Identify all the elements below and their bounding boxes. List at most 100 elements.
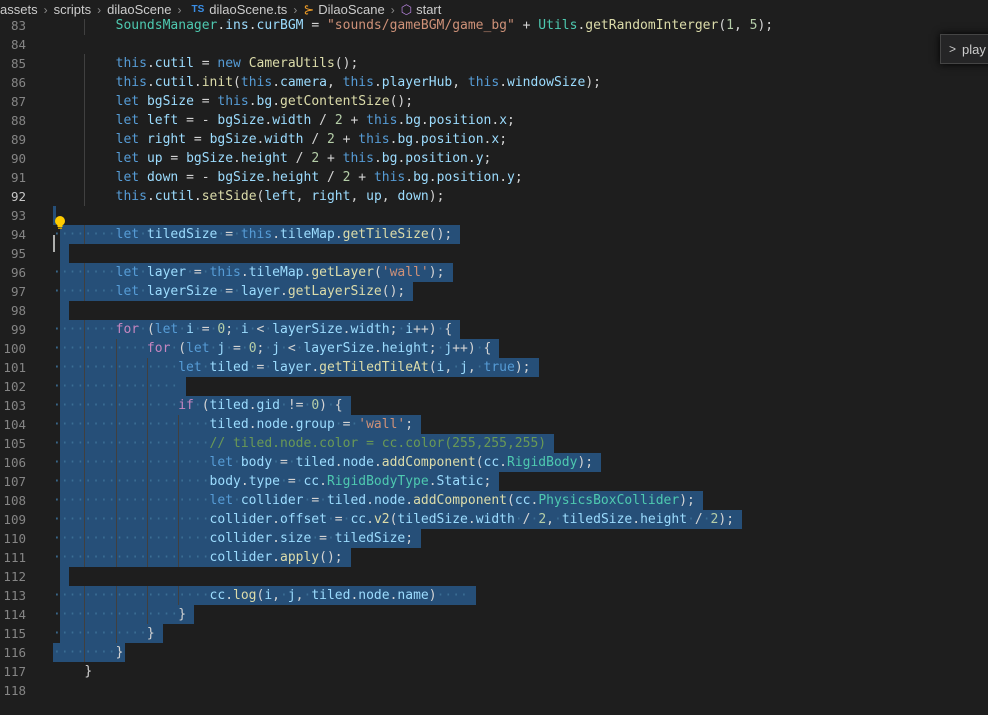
breadcrumb: assets › scripts › dilaoScene › TS dilaoScene.t… xyxy=(0,0,988,19)
breadcrumb-item-5[interactable]: ⬡ start xyxy=(401,2,442,18)
code-text: ····················let·collider·=·tiled… xyxy=(53,493,695,508)
code-line[interactable]: 93 xyxy=(0,206,988,225)
line-number: 116 xyxy=(3,645,26,660)
code-line[interactable]: 98 xyxy=(0,301,988,320)
breadcrumb-item-4[interactable]: ⊱ DilaoScane xyxy=(303,2,384,18)
breadcrumb-label: start xyxy=(416,2,442,17)
line-number: 99 xyxy=(10,322,26,337)
code-line[interactable]: 118 xyxy=(0,681,988,700)
chevron-right-icon: › xyxy=(97,2,102,17)
line-number: 107 xyxy=(3,474,26,489)
line-number: 106 xyxy=(3,455,26,470)
breadcrumb-label: DilaoScane xyxy=(318,2,385,17)
code-text: let bgSize = this.bg.getContentSize(); xyxy=(115,94,414,109)
code-line[interactable]: 86 this.cutil.init(this.camera, this.pla… xyxy=(0,73,988,92)
code-text: ············for·(let·j·=·0;·j·<·layerSiz… xyxy=(53,341,492,356)
code-line[interactable]: 97 ········let·layerSize·=·layer.getLayer… xyxy=(0,282,988,301)
line-number: 114 xyxy=(3,607,26,622)
line-number: 84 xyxy=(10,37,26,52)
line-number: 110 xyxy=(3,531,26,546)
code-text: this.cutil.setSide(left, right, up, down… xyxy=(115,189,445,204)
line-number: 109 xyxy=(3,512,26,527)
line-number: 117 xyxy=(3,664,26,679)
chevron-right-icon[interactable]: > xyxy=(949,42,956,56)
code-line[interactable]: 99 ········for·(let·i·=·0;·i·<·layerSize.… xyxy=(0,320,988,339)
breadcrumb-label: dilaoScene.ts xyxy=(209,2,288,17)
code-line[interactable]: 101 ················let·tiled·=·layer.get… xyxy=(0,358,988,377)
code-line[interactable]: 91 let down = - bgSize.height / 2 + this… xyxy=(0,168,988,187)
line-number: 97 xyxy=(10,284,26,299)
line-number: 112 xyxy=(3,569,26,584)
line-number: 93 xyxy=(10,208,26,223)
line-number: 100 xyxy=(3,341,26,356)
code-line[interactable]: 106 ····················let·body·=·tiled.… xyxy=(0,453,988,472)
code-line[interactable]: 95 xyxy=(0,244,988,263)
code-text: ····················collider.size·=·tile… xyxy=(53,531,414,546)
line-number: 102 xyxy=(3,379,26,394)
code-line[interactable]: 116 ········} xyxy=(0,643,988,662)
code-line[interactable]: 111 ····················collider.apply(); xyxy=(0,548,988,567)
code-line[interactable]: 89 let right = bgSize.width / 2 + this.b… xyxy=(0,130,988,149)
line-number: 118 xyxy=(3,683,26,698)
code-line[interactable]: 84 xyxy=(0,35,988,54)
code-line[interactable]: 115 ············} xyxy=(0,624,988,643)
code-text: let up = bgSize.height / 2 + this.bg.pos… xyxy=(115,151,492,166)
breadcrumb-label: scripts xyxy=(53,2,92,17)
line-number: 90 xyxy=(10,151,26,166)
line-number: 85 xyxy=(10,56,26,71)
line-number: 96 xyxy=(10,265,26,280)
method-cube-icon: ⬡ xyxy=(400,1,413,17)
breadcrumb-label: dilaoScene xyxy=(107,2,172,17)
line-number: 94 xyxy=(10,227,26,242)
code-editor[interactable]: 83 SoundsManager.ins.curBGM = "sounds/ga… xyxy=(0,16,988,715)
selection-highlight xyxy=(60,244,69,263)
code-line[interactable]: 109 ····················collider.offset·=… xyxy=(0,510,988,529)
code-line[interactable]: 102 ················ xyxy=(0,377,988,396)
code-text: ················let·tiled·=·layer.getTil… xyxy=(53,360,531,375)
code-line[interactable]: 117 } xyxy=(0,662,988,681)
lightbulb-icon[interactable] xyxy=(54,215,66,231)
code-text: ····················tiled.node.group·=·'… xyxy=(53,417,414,432)
code-line[interactable]: 88 let left = - bgSize.width / 2 + this.… xyxy=(0,111,988,130)
code-text: ················ xyxy=(53,379,179,394)
code-text: ········let·layer·=·this.tileMap.getLaye… xyxy=(53,265,445,280)
line-number: 95 xyxy=(10,246,26,261)
code-line[interactable]: 114 ················} xyxy=(0,605,988,624)
code-line[interactable]: 90 let up = bgSize.height / 2 + this.bg.… xyxy=(0,149,988,168)
code-line[interactable]: 104 ····················tiled.node.group·… xyxy=(0,415,988,434)
code-line[interactable]: 96 ········let·layer·=·this.tileMap.getLa… xyxy=(0,263,988,282)
code-text: let right = bgSize.width / 2 + this.bg.p… xyxy=(115,132,508,147)
code-line[interactable]: 85 this.cutil = new CameraUtils(); xyxy=(0,54,988,73)
code-text: ················} xyxy=(53,607,187,622)
code-text: this.cutil = new CameraUtils(); xyxy=(115,56,359,71)
code-line[interactable]: 105 ····················// tiled.node.col… xyxy=(0,434,988,453)
breadcrumb-item-2[interactable]: dilaoScene xyxy=(107,2,171,17)
line-number: 86 xyxy=(10,75,26,90)
code-text: let down = - bgSize.height / 2 + this.bg… xyxy=(115,170,523,185)
code-line[interactable]: 110 ····················collider.size·=·t… xyxy=(0,529,988,548)
selection-highlight xyxy=(60,567,69,586)
chevron-right-icon: › xyxy=(390,2,395,17)
code-line[interactable]: 87 let bgSize = this.bg.getContentSize()… xyxy=(0,92,988,111)
code-line[interactable]: 92 this.cutil.setSide(left, right, up, d… xyxy=(0,187,988,206)
code-line[interactable]: 112 xyxy=(0,567,988,586)
code-line[interactable]: 107 ····················body.type·=·cc.Ri… xyxy=(0,472,988,491)
line-number: 115 xyxy=(3,626,26,641)
breadcrumb-item-0[interactable]: assets xyxy=(0,2,38,17)
code-line[interactable]: 113 ····················cc.log(i,·j,·tile… xyxy=(0,586,988,605)
class-icon: ⊱ xyxy=(303,1,315,17)
code-text: ····················cc.log(i,·j,·tiled.n… xyxy=(53,588,468,603)
text-cursor xyxy=(53,235,55,252)
breadcrumb-item-3[interactable]: TS dilaoScene.ts xyxy=(187,2,287,17)
find-widget-label: play xyxy=(962,41,986,57)
code-line[interactable]: 94 ········let·tiledSize·=·this.tileMap.g… xyxy=(0,225,988,244)
chevron-right-icon: › xyxy=(293,2,298,17)
code-line[interactable]: 100 ············for·(let·j·=·0;·j·<·layer… xyxy=(0,339,988,358)
find-widget[interactable]: > play xyxy=(940,34,988,64)
code-line[interactable]: 108 ····················let·collider·=·ti… xyxy=(0,491,988,510)
line-number: 111 xyxy=(3,550,26,565)
code-text: ········let·layerSize·=·layer.getLayerSi… xyxy=(53,284,406,299)
code-line[interactable]: 103 ················if·(tiled.gid·!=·0)·{ xyxy=(0,396,988,415)
code-text: ············} xyxy=(53,626,155,641)
breadcrumb-item-1[interactable]: scripts xyxy=(54,2,92,17)
